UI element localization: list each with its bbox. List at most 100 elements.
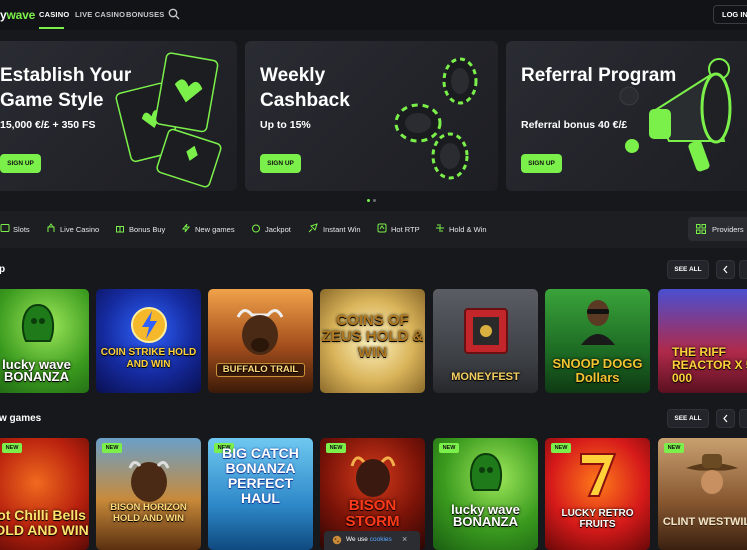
cookies-link[interactable]: cookies: [370, 536, 392, 543]
category-jackpot[interactable]: Jackpot: [265, 225, 291, 234]
game-tile[interactable]: NEW CLINT WESTWILD: [658, 438, 747, 550]
clover-logo-icon: [469, 452, 503, 491]
lucky-seven-icon: [580, 453, 617, 497]
new-games-icon: [181, 223, 191, 233]
providers-label: Providers: [712, 225, 744, 234]
banner-subtitle: Referral bonus 40 €/£: [521, 119, 628, 131]
next-button[interactable]: [739, 409, 747, 428]
game-title: Hot Chilli Bells HOLD AND WIN: [0, 507, 89, 538]
nav-casino[interactable]: CASINO: [39, 10, 69, 19]
sign-up-button[interactable]: SIGN UP: [521, 154, 562, 173]
game-title: BISON STORM: [345, 497, 400, 530]
game-title: BIG CATCH BONANZA PERFECT HAUL: [222, 445, 299, 506]
section-title-top: p: [0, 264, 6, 275]
game-tile[interactable]: COINS OF ZEUS HOLD & WIN: [320, 289, 425, 393]
nav-bonuses[interactable]: BONUSES: [126, 10, 165, 19]
banner-referral[interactable]: Referral Program Referral bonus 40 €/£ S…: [506, 41, 747, 191]
chevron-left-icon: [723, 414, 728, 423]
game-title: BUFFALO TRAIL: [216, 363, 305, 377]
providers-grid-icon: [696, 224, 706, 234]
banner-title: Referral Program: [521, 65, 677, 86]
game-tile[interactable]: NEW lucky wave BONANZA: [433, 438, 538, 550]
banner-subtitle: Up to 15%: [260, 119, 311, 131]
next-button[interactable]: [739, 260, 747, 279]
new-badge: NEW: [664, 443, 684, 453]
section-title-new: w games: [0, 413, 42, 424]
banner-title: Establish Your Game Style: [0, 65, 132, 111]
game-tile[interactable]: BUFFALO TRAIL: [208, 289, 313, 393]
sign-up-button[interactable]: SIGN UP: [260, 154, 301, 173]
safe-icon: [464, 308, 508, 354]
carousel-dot[interactable]: [367, 199, 370, 202]
game-tile[interactable]: NEW Hot Chilli Bells HOLD AND WIN: [0, 438, 89, 550]
logo[interactable]: ywave: [0, 8, 35, 22]
see-all-button[interactable]: SEE ALL: [667, 409, 709, 428]
cookie-text: We use cookies: [346, 536, 392, 543]
hot-rtp-icon: [377, 223, 387, 233]
see-all-button[interactable]: SEE ALL: [667, 260, 709, 279]
game-title: THE RIFF REACTOR X 50 000: [672, 345, 747, 385]
category-bonus-buy[interactable]: Bonus Buy: [129, 225, 165, 234]
game-title: CLINT WESTWILD: [662, 516, 747, 528]
bison-icon: [128, 461, 170, 502]
game-title: SNOOP DOGG Dollars: [552, 356, 643, 385]
top-header: ywave CASINO LIVE CASINO BONUSES LOG IN: [0, 0, 747, 30]
banner-cashback[interactable]: Weekly Cashback Up to 15% SIGN UP: [245, 41, 498, 191]
bison-icon: [350, 456, 396, 497]
category-hold-win[interactable]: Hold & Win: [449, 225, 487, 234]
game-tile[interactable]: SNOOP DOGG Dollars: [545, 289, 650, 393]
new-badge: NEW: [439, 443, 459, 453]
cookie-prefix: We use: [346, 536, 368, 543]
login-button[interactable]: LOG IN: [713, 5, 747, 24]
prev-button[interactable]: [716, 260, 735, 279]
chevron-left-icon: [723, 265, 728, 274]
game-tile[interactable]: THE RIFF REACTOR X 50 000: [658, 289, 747, 393]
nav-live-casino[interactable]: LIVE CASINO: [75, 10, 125, 19]
game-title: COINS OF ZEUS HOLD & WIN: [321, 312, 424, 361]
prev-button[interactable]: [716, 409, 735, 428]
banner-welcome[interactable]: Establish Your Game Style 15,000 €/£ + 3…: [0, 41, 237, 191]
carousel-dot[interactable]: [373, 199, 376, 202]
bonus-buy-icon: [116, 226, 124, 233]
game-tile[interactable]: NEW LUCKY RETRO FRUITS: [545, 438, 650, 550]
close-icon[interactable]: ×: [402, 534, 407, 544]
new-badge: NEW: [2, 443, 22, 453]
cookie-banner: We use cookies ×: [324, 531, 420, 550]
jackpot-icon: [252, 224, 260, 233]
new-badge: NEW: [102, 443, 122, 453]
banner-title: Weekly Cashback: [260, 65, 350, 111]
game-title: LUCKY RETRO FRUITS: [561, 508, 634, 530]
slots-icon: [0, 224, 10, 232]
search-icon[interactable]: [168, 8, 180, 20]
new-badge: NEW: [551, 443, 571, 453]
game-tile[interactable]: lucky wave BONANZA: [0, 289, 89, 393]
hold-win-icon: [436, 224, 444, 232]
category-slots[interactable]: Slots: [13, 225, 30, 234]
game-title: BISON HORIZON HOLD AND WIN: [110, 502, 187, 524]
category-hot-rtp[interactable]: Hot RTP: [391, 225, 420, 234]
character-icon: [581, 300, 615, 345]
game-title: lucky wave BONANZA: [451, 502, 520, 529]
banner-subtitle: 15,000 €/£ + 350 FS: [0, 119, 96, 131]
game-tile[interactable]: NEW BISON HORIZON HOLD AND WIN: [96, 438, 201, 550]
category-bar: Slots Live Casino Bonus Buy New games Ja…: [0, 211, 747, 248]
category-live-casino[interactable]: Live Casino: [60, 225, 99, 234]
cowboy-icon: [686, 454, 738, 494]
clover-logo-icon: [21, 303, 55, 342]
cookie-icon: [332, 535, 342, 545]
instant-win-icon: [308, 223, 318, 233]
nav-active-indicator: [39, 27, 64, 29]
new-badge: NEW: [326, 443, 346, 453]
providers-button[interactable]: Providers: [688, 217, 747, 241]
game-title: lucky wave BONANZA: [2, 357, 71, 384]
logo-suffix: wave: [6, 8, 36, 22]
game-title: MONEYFEST: [451, 371, 520, 383]
game-tile[interactable]: MONEYFEST: [433, 289, 538, 393]
category-instant-win[interactable]: Instant Win: [323, 225, 361, 234]
buffalo-icon: [236, 309, 284, 355]
category-new-games[interactable]: New games: [195, 225, 235, 234]
sign-up-button[interactable]: SIGN UP: [0, 154, 41, 173]
game-tile[interactable]: COIN STRIKE HOLD AND WIN: [96, 289, 201, 393]
lightning-coin-icon: [131, 307, 167, 343]
game-tile[interactable]: NEW BIG CATCH BONANZA PERFECT HAUL: [208, 438, 313, 550]
